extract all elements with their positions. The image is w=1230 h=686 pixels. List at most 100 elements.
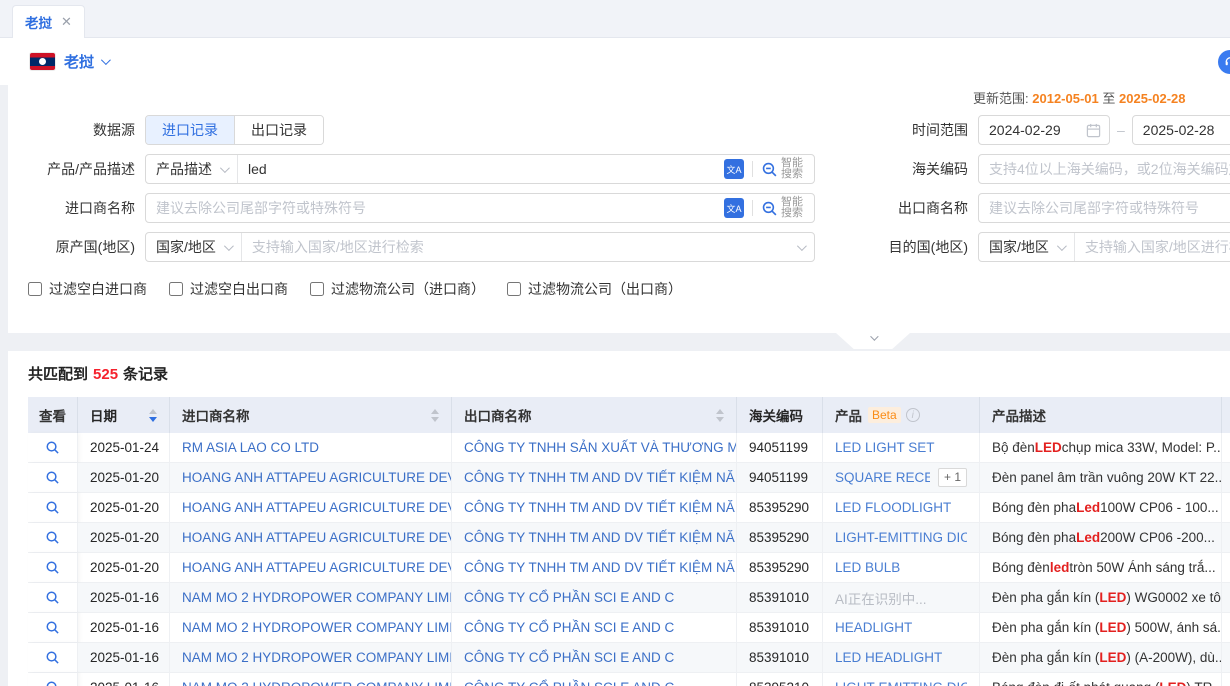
exporter-link[interactable]: CÔNG TY CỔ PHẦN SCI E AND C <box>464 680 674 686</box>
importer-link[interactable]: HOANG ANH ATTAPEU AGRICULTURE DEVE... <box>182 530 452 545</box>
importer-link[interactable]: NAM MO 2 HYDROPOWER COMPANY LIMI... <box>182 620 452 635</box>
product-extra-badge[interactable]: + 1 <box>938 468 967 487</box>
sort-desc-icon <box>149 417 157 422</box>
sort-date-button[interactable] <box>149 409 157 422</box>
smart-search-icon <box>761 200 778 217</box>
view-detail-icon[interactable] <box>45 440 60 455</box>
checkbox-input[interactable] <box>310 282 324 296</box>
product-link[interactable]: LIGHT-EMITTING DIO... <box>835 680 967 686</box>
filter-checkbox[interactable]: 过滤物流公司（出口商） <box>507 279 682 299</box>
exporter-input[interactable] <box>979 194 1230 222</box>
hs-code-input[interactable] <box>979 155 1230 183</box>
hs-code-cell: 94051199 <box>737 433 823 463</box>
checkbox-input[interactable] <box>169 282 183 296</box>
exporter-field[interactable] <box>978 193 1230 223</box>
destination-country-input[interactable] <box>1075 233 1230 261</box>
destination-type-select[interactable]: 国家/地区 <box>979 233 1075 261</box>
product-link[interactable]: HEADLIGHT <box>835 620 912 635</box>
hs-code-field[interactable] <box>978 154 1230 184</box>
origin-type-select[interactable]: 国家/地区 <box>146 233 242 261</box>
toggle-export-records[interactable]: 出口记录 <box>234 116 323 144</box>
product-type-select[interactable]: 产品描述 <box>146 155 238 183</box>
exporter-label: 出口商名称 <box>815 198 968 218</box>
table-row: 2025-01-16 NAM MO 2 HYDROPOWER COMPANY L… <box>28 643 1230 673</box>
product-link[interactable]: LED BULB <box>835 560 900 575</box>
hs-code-cell: 85395290 <box>737 523 823 553</box>
clipped-cell <box>1222 673 1230 686</box>
exporter-link[interactable]: CÔNG TY TNHH TM AND DV TIẾT KIỆM NĂ... <box>464 500 737 515</box>
importer-link[interactable]: RM ASIA LAO CO LTD <box>182 440 319 455</box>
laos-flag-icon <box>30 53 55 70</box>
importer-link[interactable]: NAM MO 2 HYDROPOWER COMPANY LIMI... <box>182 680 452 686</box>
translate-icon[interactable]: 文A <box>724 159 744 179</box>
origin-country-input[interactable] <box>242 233 797 261</box>
date-to-input[interactable] <box>1133 116 1230 144</box>
product-link[interactable]: LED FLOODLIGHT <box>835 500 951 515</box>
exporter-link[interactable]: CÔNG TY TNHH TM AND DV TIẾT KIỆM NĂ... <box>464 470 737 485</box>
hs-code-cell: 85395210 <box>737 673 823 686</box>
filter-checkbox[interactable]: 过滤空白进口商 <box>28 279 147 299</box>
close-icon[interactable]: ✕ <box>61 14 72 30</box>
filter-checkbox[interactable]: 过滤物流公司（进口商） <box>310 279 485 299</box>
exporter-link[interactable]: CÔNG TY CỔ PHẦN SCI E AND C <box>464 650 674 665</box>
toggle-import-records[interactable]: 进口记录 <box>146 116 234 144</box>
importer-link[interactable]: NAM MO 2 HYDROPOWER COMPANY LIMI... <box>182 650 452 665</box>
description-cell: Đèn panel âm trần vuông 20W KT 22... <box>980 463 1222 493</box>
importer-link[interactable]: HOANG ANH ATTAPEU AGRICULTURE DEVE... <box>182 500 452 515</box>
tab-laos[interactable]: 老挝 ✕ <box>12 5 85 38</box>
checkbox-input[interactable] <box>28 282 42 296</box>
date-from-field[interactable] <box>978 115 1110 145</box>
view-detail-icon[interactable] <box>45 560 60 575</box>
product-link[interactable]: LED LIGHT SET <box>835 440 935 455</box>
view-detail-icon[interactable] <box>45 650 60 665</box>
exporter-link[interactable]: CÔNG TY TNHH TM AND DV TIẾT KIỆM NĂ... <box>464 530 737 545</box>
view-detail-icon[interactable] <box>45 470 60 485</box>
smart-search-button[interactable]: 智能搜索 <box>761 197 805 219</box>
filter-checkbox[interactable]: 过滤空白出口商 <box>169 279 288 299</box>
product-link[interactable]: AI正在识别中... <box>835 588 927 608</box>
column-clipped <box>1222 397 1230 433</box>
view-detail-icon[interactable] <box>45 620 60 635</box>
column-date: 日期 <box>78 397 170 433</box>
translate-icon[interactable]: 文A <box>724 198 744 218</box>
importer-link[interactable]: HOANG ANH ATTAPEU AGRICULTURE DEVE... <box>182 560 452 575</box>
smart-search-button[interactable]: 智能搜索 <box>761 158 805 180</box>
description-text: Đèn pha gắn kín ( <box>992 590 1099 605</box>
view-detail-icon[interactable] <box>45 530 60 545</box>
exporter-link[interactable]: CÔNG TY TNHH SẢN XUẤT VÀ THƯƠNG M... <box>464 440 737 455</box>
chevron-down-icon[interactable] <box>101 55 111 65</box>
view-detail-icon[interactable] <box>45 500 60 515</box>
keyword-highlight: Led <box>1076 500 1100 515</box>
calendar-icon <box>1086 123 1101 138</box>
support-button[interactable] <box>1218 50 1230 74</box>
table-row: 2025-01-20 HOANG ANH ATTAPEU AGRICULTURE… <box>28 523 1230 553</box>
exporter-link[interactable]: CÔNG TY CỔ PHẦN SCI E AND C <box>464 620 674 635</box>
chevron-down-icon[interactable] <box>797 241 807 251</box>
sort-exporter-button[interactable] <box>716 409 724 422</box>
collapse-filters-button[interactable] <box>836 333 910 349</box>
data-source-label: 数据源 <box>8 120 135 140</box>
view-detail-icon[interactable] <box>45 680 60 686</box>
sort-importer-button[interactable] <box>431 409 439 422</box>
product-link[interactable]: LIGHT-EMITTING DIO... <box>835 530 967 545</box>
importer-link[interactable]: NAM MO 2 HYDROPOWER COMPANY LIMI... <box>182 590 452 605</box>
date-to-field[interactable] <box>1132 115 1230 145</box>
product-link[interactable]: LED HEADLIGHT <box>835 650 942 665</box>
importer-link[interactable]: HOANG ANH ATTAPEU AGRICULTURE DEVE... <box>182 470 452 485</box>
description-text: Đèn pha gắn kín ( <box>992 620 1099 635</box>
product-link[interactable]: SQUARE RECESS... <box>835 470 930 485</box>
view-detail-icon[interactable] <box>45 590 60 605</box>
hs-code-cell: 85391010 <box>737 643 823 673</box>
exporter-cell: CÔNG TY TNHH TM AND DV TIẾT KIỆM NĂ... <box>452 463 737 493</box>
exporter-link[interactable]: CÔNG TY TNHH TM AND DV TIẾT KIỆM NĂ... <box>464 560 737 575</box>
importer-input[interactable] <box>146 194 724 222</box>
date-range-separator: – <box>1117 122 1125 138</box>
checkbox-input[interactable] <box>507 282 521 296</box>
info-icon[interactable]: i <box>906 408 920 422</box>
importer-cell: RM ASIA LAO CO LTD <box>170 433 452 463</box>
product-search-input[interactable] <box>238 155 724 183</box>
date-cell: 2025-01-24 <box>78 433 170 463</box>
date-from-input[interactable] <box>979 116 1086 144</box>
description-text: tròn 50W Ánh sáng trắ... <box>1069 560 1215 575</box>
exporter-link[interactable]: CÔNG TY CỔ PHẦN SCI E AND C <box>464 590 674 605</box>
